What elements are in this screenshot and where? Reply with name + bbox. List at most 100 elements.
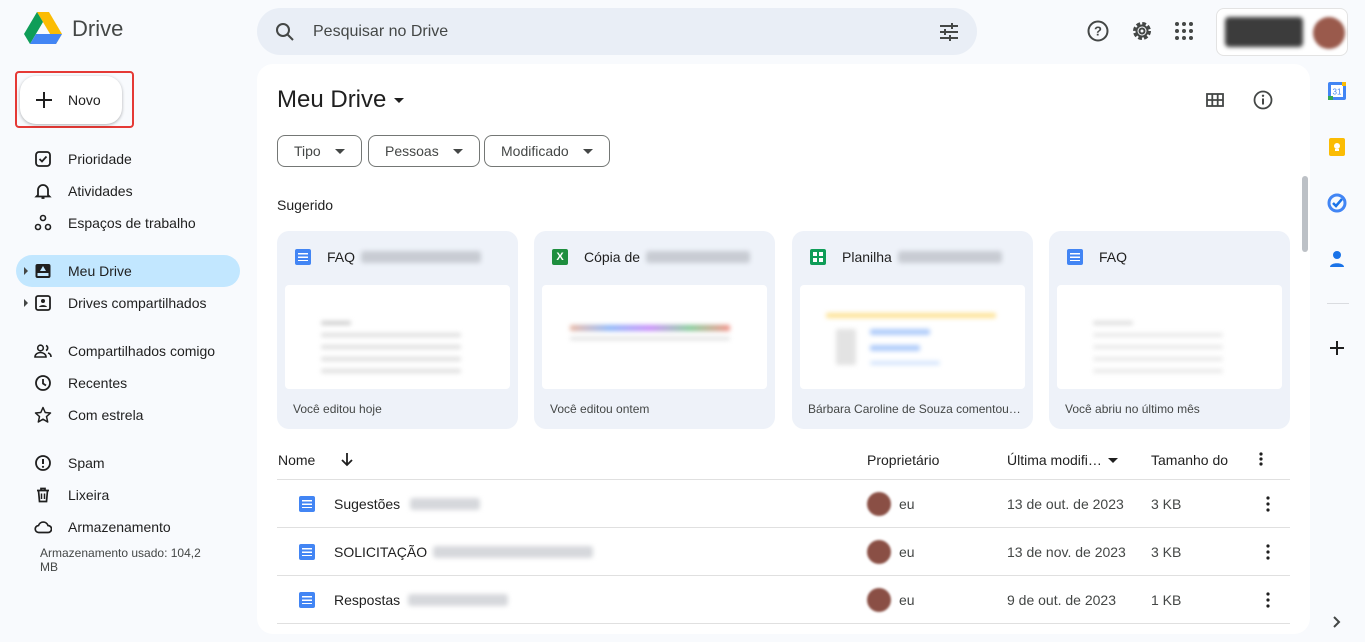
help-icon[interactable]: ? bbox=[1085, 18, 1111, 44]
more-vert-icon[interactable] bbox=[1260, 494, 1276, 514]
apps-grid-icon[interactable] bbox=[1171, 18, 1197, 44]
svg-text:?: ? bbox=[1094, 24, 1102, 39]
account-name-redacted bbox=[1225, 17, 1303, 47]
scrollbar[interactable] bbox=[1302, 176, 1308, 252]
sidebar-item-label: Drives compartilhados bbox=[68, 295, 207, 311]
owner: eu bbox=[899, 544, 915, 560]
sidebar-item-priority[interactable]: Prioridade bbox=[16, 143, 240, 175]
expand-caret-icon[interactable] bbox=[24, 299, 28, 307]
docs-icon bbox=[295, 249, 311, 265]
more-vert-icon[interactable] bbox=[1260, 542, 1276, 562]
table-row[interactable]: SOLICITAÇÃO eu 13 de nov. de 2023 3 KB bbox=[277, 528, 1290, 576]
card-footer: Você abriu no último mês bbox=[1065, 402, 1200, 416]
bell-icon bbox=[34, 184, 52, 199]
my-drive-icon bbox=[35, 264, 51, 278]
sidebar-item-storage[interactable]: Armazenamento bbox=[16, 511, 240, 543]
docs-icon bbox=[299, 496, 315, 512]
dropdown-arrow-icon bbox=[582, 148, 593, 154]
suggested-heading: Sugerido bbox=[277, 197, 334, 213]
docs-icon bbox=[1067, 249, 1083, 265]
filter-people-chip[interactable]: Pessoas bbox=[368, 135, 480, 167]
filter-modified-chip[interactable]: Modificado bbox=[484, 135, 610, 167]
chip-label: Pessoas bbox=[385, 143, 439, 159]
column-header-owner[interactable]: Proprietário bbox=[867, 452, 939, 468]
trash-icon bbox=[37, 487, 49, 503]
search-bar[interactable] bbox=[257, 8, 977, 55]
sidebar-item-label: Recentes bbox=[68, 375, 128, 391]
redacted-text bbox=[433, 546, 594, 558]
sidebar-item-activities[interactable]: Atividades bbox=[16, 175, 240, 207]
sidebar-item-shared-drives[interactable]: Drives compartilhados bbox=[16, 287, 240, 319]
redacted-text bbox=[897, 251, 1002, 263]
sidebar-item-label: Armazenamento bbox=[68, 519, 171, 535]
file-thumbnail bbox=[1057, 285, 1282, 389]
suggested-card[interactable]: FAQ Você editou hoje bbox=[277, 231, 518, 429]
people-icon bbox=[34, 344, 52, 358]
shared-drives-icon bbox=[35, 295, 51, 311]
new-button[interactable]: Novo bbox=[20, 76, 122, 124]
file-size: 3 KB bbox=[1151, 496, 1182, 512]
add-icon[interactable] bbox=[1327, 338, 1347, 358]
table-row[interactable]: Sugestões eu 13 de out. de 2023 3 KB bbox=[277, 480, 1290, 528]
file-name: SOLICITAÇÃO bbox=[334, 544, 428, 560]
redacted-text bbox=[361, 251, 482, 263]
avatar[interactable] bbox=[1313, 17, 1345, 49]
search-icon[interactable] bbox=[273, 20, 297, 44]
suggested-card[interactable]: FAQ Você abriu no último mês bbox=[1049, 231, 1290, 429]
sidebar-item-starred[interactable]: Com estrela bbox=[16, 399, 240, 431]
page-title-text: Meu Drive bbox=[277, 86, 387, 113]
column-header-size[interactable]: Tamanho do bbox=[1151, 452, 1228, 468]
sidebar-item-recent[interactable]: Recentes bbox=[16, 367, 240, 399]
filter-type-chip[interactable]: Tipo bbox=[277, 135, 362, 167]
column-header-name[interactable]: Nome bbox=[278, 452, 315, 468]
column-header-label: Nome bbox=[278, 452, 316, 468]
sidebar-item-label: Meu Drive bbox=[68, 263, 132, 279]
file-thumbnail bbox=[285, 285, 510, 389]
file-name: Sugestões bbox=[334, 496, 401, 512]
suggested-card[interactable]: Planilha Bárbara Caroline de Souza comen… bbox=[792, 231, 1033, 429]
expand-caret-icon[interactable] bbox=[24, 267, 28, 275]
sheets-icon bbox=[810, 249, 826, 265]
tune-icon[interactable] bbox=[937, 20, 961, 44]
file-thumbnail bbox=[542, 285, 767, 389]
info-icon[interactable] bbox=[1251, 88, 1275, 112]
tasks-icon[interactable] bbox=[1327, 193, 1347, 213]
drive-logo[interactable]: Drive bbox=[24, 12, 123, 46]
file-name: Respostas bbox=[334, 592, 401, 608]
sidebar-item-workspaces[interactable]: Espaços de trabalho bbox=[16, 207, 240, 239]
owner: eu bbox=[899, 496, 915, 512]
more-vert-icon[interactable] bbox=[1253, 451, 1269, 467]
avatar bbox=[867, 492, 891, 516]
account-switcher[interactable] bbox=[1216, 8, 1348, 56]
owner: eu bbox=[899, 592, 915, 608]
settings-gear-icon[interactable] bbox=[1129, 18, 1155, 44]
grid-view-icon[interactable] bbox=[1203, 88, 1227, 112]
column-header-modified[interactable]: Última modifi… bbox=[1007, 452, 1118, 468]
sort-arrow-down-icon[interactable] bbox=[339, 451, 355, 467]
sidebar-item-my-drive[interactable]: Meu Drive bbox=[16, 255, 240, 287]
page-title[interactable]: Meu Drive bbox=[277, 86, 405, 114]
chevron-right-icon[interactable] bbox=[1327, 612, 1347, 632]
redacted-text bbox=[410, 498, 481, 510]
sidebar-item-spam[interactable]: Spam bbox=[16, 447, 240, 479]
docs-icon bbox=[299, 592, 315, 608]
dropdown-arrow-icon bbox=[452, 148, 463, 154]
priority-check-icon bbox=[35, 151, 51, 167]
suggested-card[interactable]: X Cópia de Você editou ontem bbox=[534, 231, 775, 429]
contacts-icon[interactable] bbox=[1327, 249, 1347, 269]
search-input[interactable] bbox=[313, 8, 913, 55]
sidebar-item-shared-with-me[interactable]: Compartilhados comigo bbox=[16, 335, 240, 367]
sidebar-item-trash[interactable]: Lixeira bbox=[16, 479, 240, 511]
star-icon bbox=[34, 406, 52, 423]
calendar-icon[interactable]: 31 bbox=[1327, 81, 1347, 101]
svg-text:31: 31 bbox=[1333, 88, 1342, 97]
spam-alert-icon bbox=[35, 455, 51, 471]
keep-icon[interactable] bbox=[1327, 137, 1347, 157]
file-size: 1 KB bbox=[1151, 592, 1182, 608]
redacted-text bbox=[646, 251, 751, 263]
more-vert-icon[interactable] bbox=[1260, 590, 1276, 610]
table-row[interactable]: Respostas eu 9 de out. de 2023 1 KB bbox=[277, 576, 1290, 624]
storage-usage-text: Armazenamento usado: 104,2 MB bbox=[40, 546, 201, 574]
app-title: Drive bbox=[72, 16, 124, 41]
sidebar-item-label: Prioridade bbox=[68, 151, 132, 167]
